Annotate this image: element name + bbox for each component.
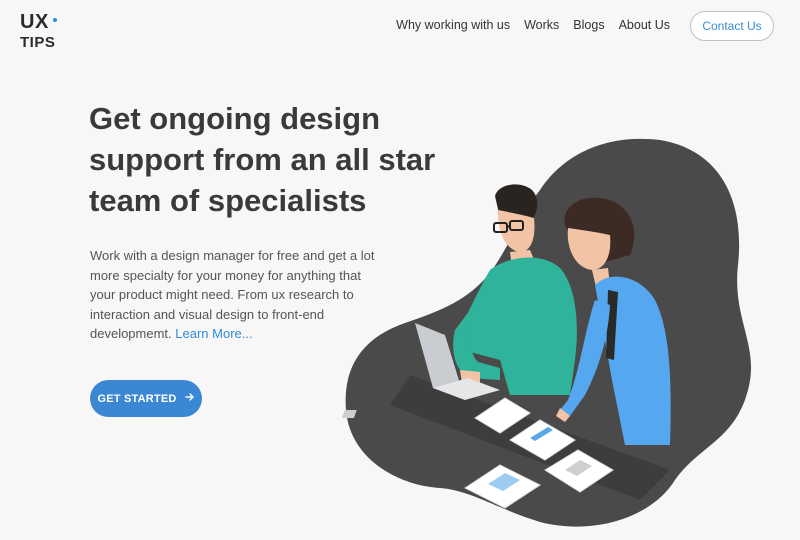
hero-illustration (341, 138, 752, 527)
